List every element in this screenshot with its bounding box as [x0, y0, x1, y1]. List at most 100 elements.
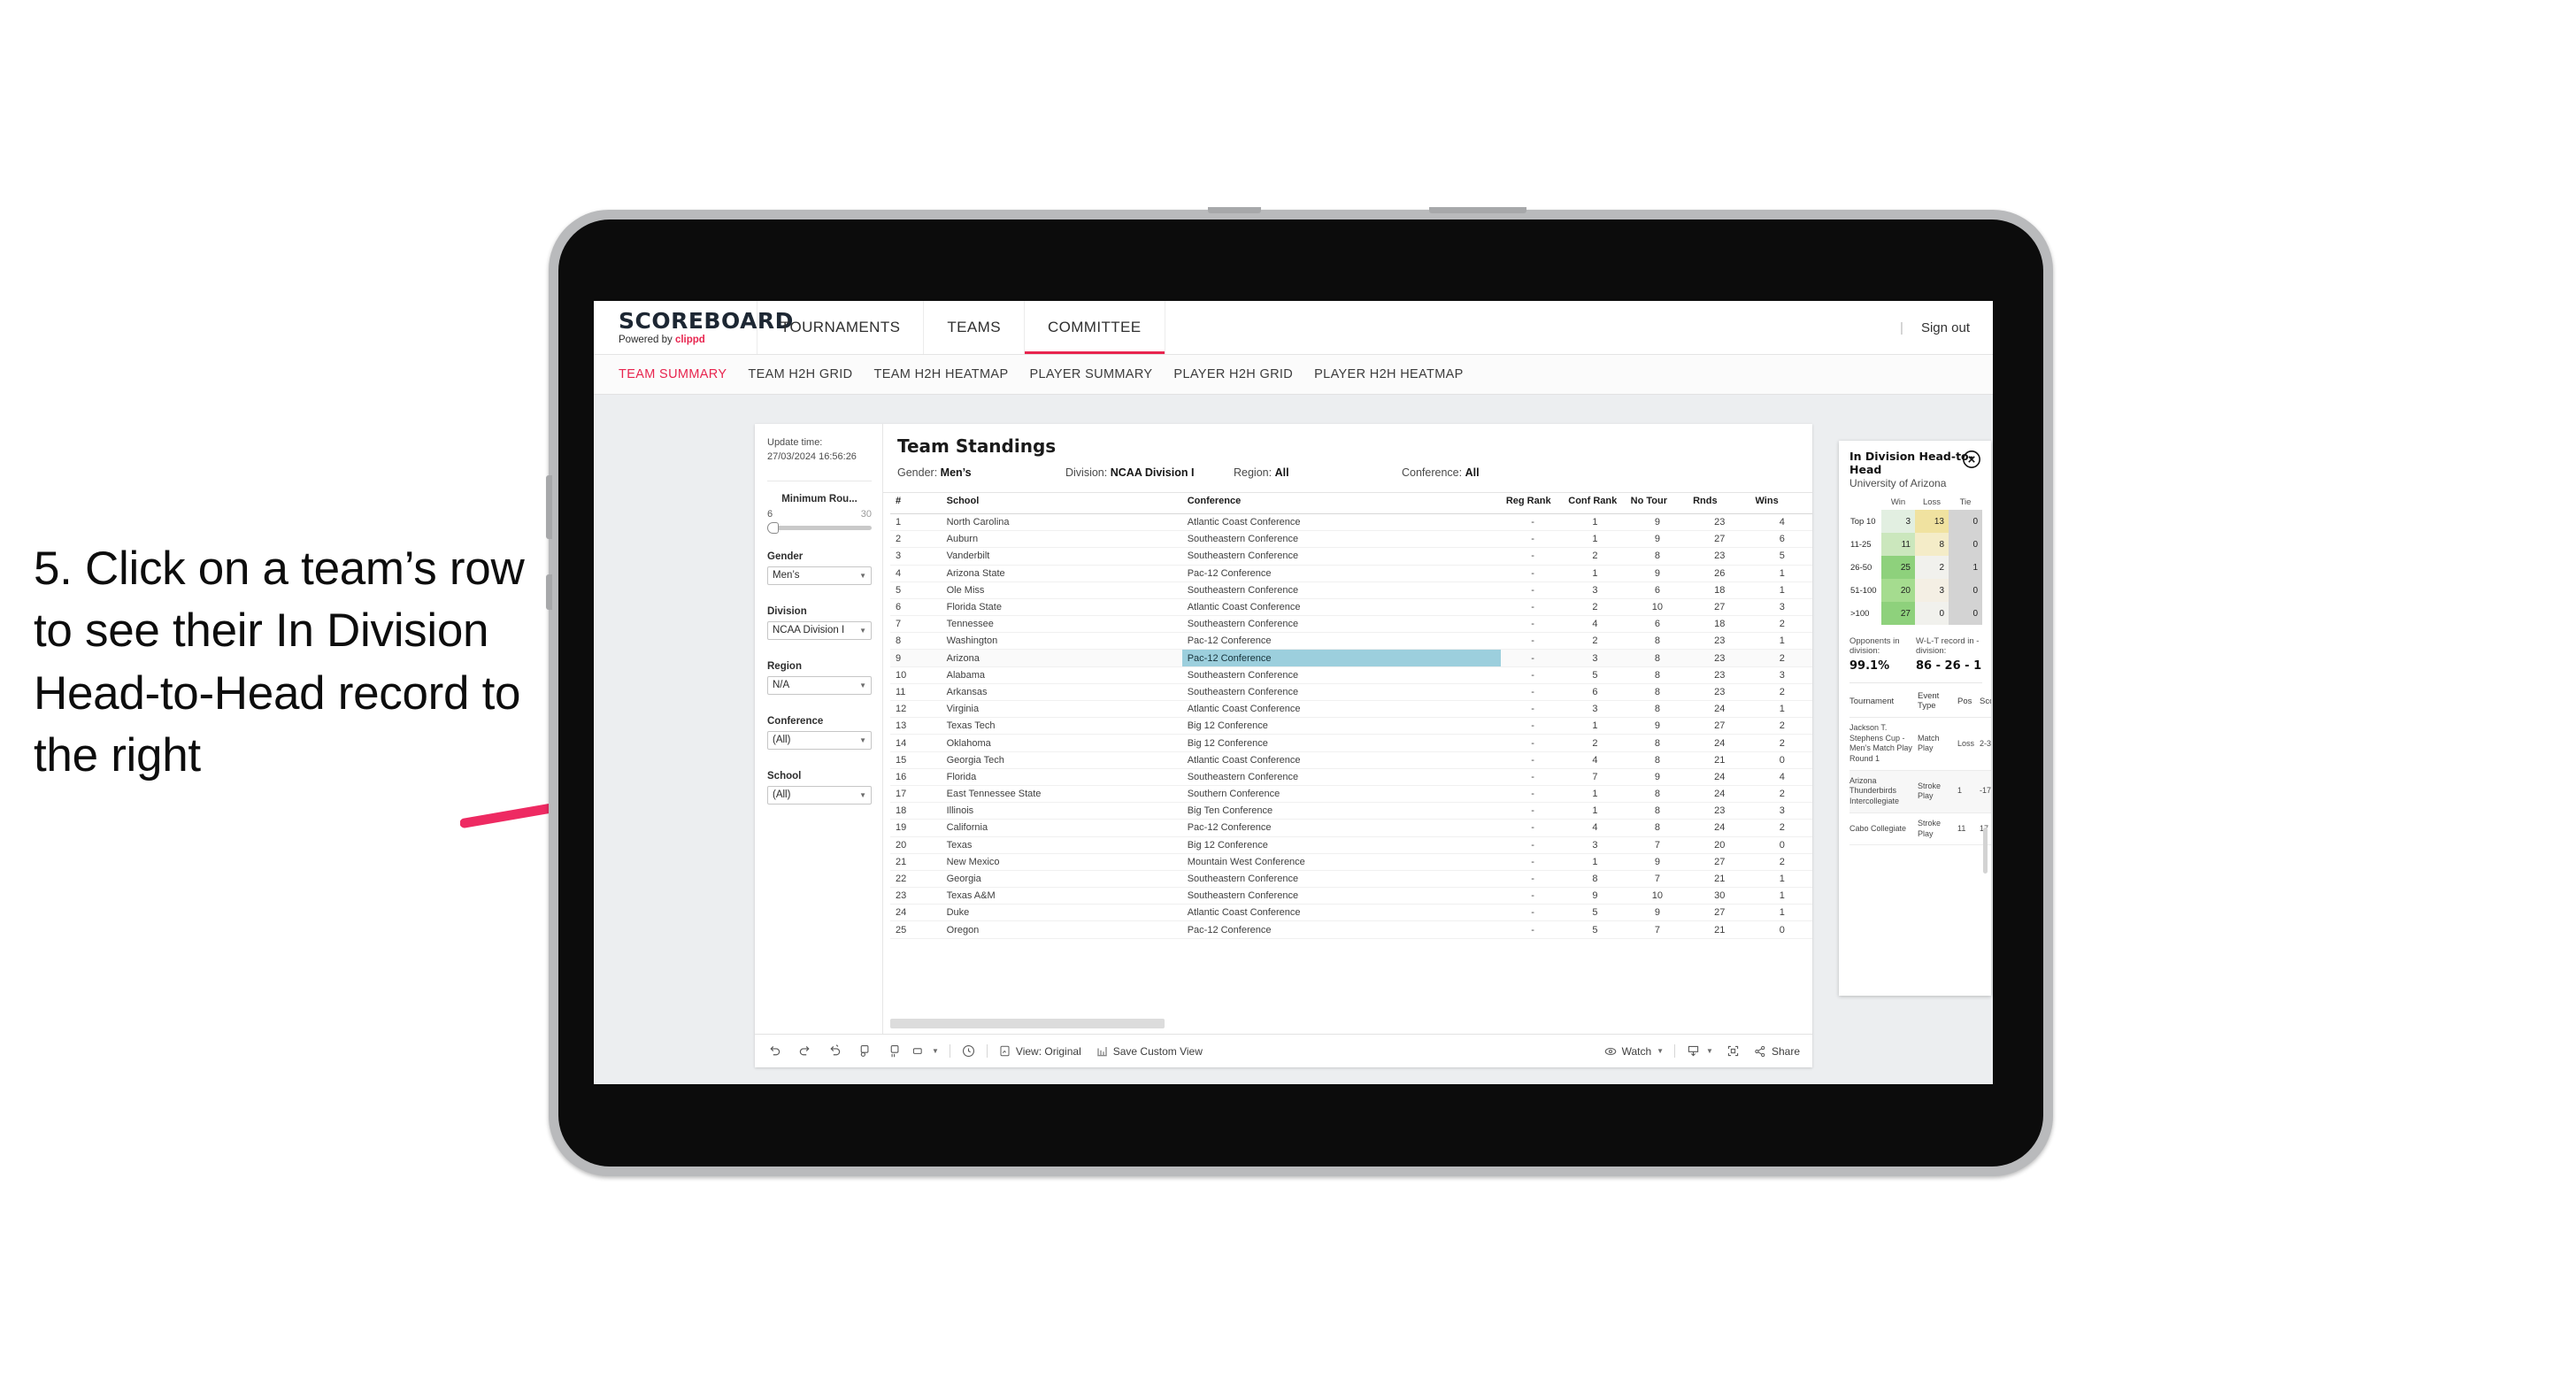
filter-minimum-rounds-label: Minimum Rou... [781, 493, 857, 504]
cell-rank: 4 [890, 565, 942, 582]
table-row[interactable]: 10 Alabama Southeastern Conference -5 8 23 3 [890, 666, 1812, 684]
filter-region-select[interactable]: N/A ▼ [767, 675, 872, 695]
tournament-scrollbar[interactable] [1983, 828, 1988, 874]
nav-item-committee[interactable]: COMMITTEE [1024, 301, 1165, 354]
table-row[interactable]: 12 Virginia Atlantic Coast Conference -3 8 24… [890, 700, 1812, 719]
slider-handle[interactable] [767, 521, 779, 534]
h2h-cell-loss: 2 [1915, 556, 1949, 579]
table-row[interactable]: 14 Oklahoma Big 12 Conference -2 8 24 2 [890, 734, 1812, 752]
subnav-item-player-summary[interactable]: PLAYER SUMMARY [1029, 367, 1173, 381]
col-school[interactable]: School [941, 493, 1182, 514]
cell-conf-rank: 2 [1563, 547, 1626, 566]
table-row[interactable]: 23 Texas A&M Southeastern Conference -9 10 30… [890, 887, 1812, 905]
cell-school: Florida State [941, 598, 1182, 617]
cell-rank: 13 [890, 717, 942, 735]
nav-item-tournaments[interactable]: TOURNAMENTS [757, 301, 925, 354]
minimum-rounds-slider[interactable] [767, 521, 872, 534]
table-row[interactable]: 20 Texas Big 12 Conference -3 7 20 0 [890, 836, 1812, 854]
cell-rank: 20 [890, 836, 942, 854]
subnav-item-player-h2h-heatmap[interactable]: PLAYER H2H HEATMAP [1314, 367, 1485, 381]
h2h-matrix-table: Win Loss Tie Top 10 3 13 0 11-25 11 8 0 26-50 25 2… [1849, 497, 1982, 625]
subnav-item-player-h2h-grid[interactable]: PLAYER H2H GRID [1173, 367, 1314, 381]
summary-region-value: All [1274, 466, 1289, 479]
table-row[interactable]: 1 North Carolina Atlantic Coast Conference… [890, 513, 1812, 532]
table-row[interactable]: 2 Auburn Southeastern Conference -1 9 27 6 [890, 530, 1812, 549]
table-row[interactable]: 21 New Mexico Mountain West Conference -1 9 2… [890, 853, 1812, 871]
filter-gender: Gender Men’s ▼ [767, 551, 872, 585]
table-row[interactable]: 18 Illinois Big Ten Conference -1 8 23 3 [890, 802, 1812, 820]
table-row[interactable]: 9 Arizona Pac-12 Conference -3 8 23 2 [890, 649, 1812, 667]
signout-link[interactable]: Sign out [1921, 320, 1970, 335]
new-worksheet-icon[interactable] [911, 1044, 926, 1059]
redo-icon[interactable] [797, 1043, 812, 1059]
h2h-row-label: >100 [1850, 608, 1870, 619]
col-conf-rank[interactable]: Conf Rank [1563, 493, 1626, 514]
cell-rank: 16 [890, 768, 942, 786]
refresh-data-icon[interactable] [857, 1043, 873, 1059]
bottom-toolbar: ▼ View: Original Save Custom View Watch [755, 1034, 1812, 1067]
filter-division-select[interactable]: NCAA Division I ▼ [767, 620, 872, 640]
table-row[interactable]: 15 Georgia Tech Atlantic Coast Conference -… [890, 751, 1812, 769]
clock-icon[interactable] [961, 1043, 976, 1059]
table-row[interactable]: 16 Florida Southeastern Conference -7 9 24 4 [890, 768, 1812, 786]
table-row[interactable]: 7 Tennessee Southeastern Conference -4 6 18 2 [890, 615, 1812, 634]
cell-rnds: 24 [1688, 700, 1750, 719]
cell-rnds: 26 [1688, 565, 1750, 582]
chevron-down-icon[interactable]: ▼ [1706, 1047, 1713, 1055]
table-row[interactable]: 17 East Tennessee State Southern Conferenc… [890, 785, 1812, 804]
table-row[interactable]: 3 Vanderbilt Southeastern Conference -2 8 23 5 [890, 547, 1812, 566]
table-row[interactable]: 4 Arizona State Pac-12 Conference -1 9 26 1 [890, 565, 1812, 582]
h2h-table-head: Win Loss Tie [1849, 497, 1982, 510]
cell-wins: 5 [1749, 547, 1812, 566]
filter-conference-select[interactable]: (All) ▼ [767, 730, 872, 750]
revert-icon[interactable] [827, 1043, 842, 1059]
cell-conference: Pac-12 Conference [1181, 632, 1501, 651]
subnav-item-team-h2h-grid[interactable]: TEAM H2H GRID [748, 367, 873, 381]
tablet-button-top-right [1429, 207, 1526, 213]
h2h-table-body: Top 10 3 13 0 11-25 11 8 0 26-50 25 2 1 51-100 20 3 0 >1… [1849, 510, 1982, 625]
filter-gender-select[interactable]: Men’s ▼ [767, 566, 872, 585]
view-original-button[interactable]: View: Original [998, 1044, 1081, 1058]
table-row[interactable]: 6 Florida State Atlantic Coast Conference -… [890, 598, 1812, 617]
table-row[interactable]: 13 Texas Tech Big 12 Conference -1 9 27 2 [890, 717, 1812, 735]
table-row[interactable]: 25 Oregon Pac-12 Conference -5 7 21 0 [890, 920, 1812, 939]
cell-rnds: 21 [1688, 920, 1750, 939]
h2h-cell-loss: 3 [1915, 579, 1949, 602]
col-wins[interactable]: Wins [1749, 493, 1812, 514]
col-no-tour[interactable]: No Tour [1625, 493, 1688, 514]
subnav-item-team-h2h-heatmap[interactable]: TEAM H2H HEATMAP [874, 367, 1030, 381]
pause-updates-icon[interactable] [888, 1043, 903, 1059]
save-custom-view-button[interactable]: Save Custom View [1096, 1044, 1203, 1058]
watch-button[interactable]: Watch ▼ [1603, 1044, 1664, 1059]
share-button[interactable]: Share [1753, 1044, 1800, 1059]
fullscreen-icon[interactable] [1726, 1043, 1741, 1059]
cell-school: Arizona [941, 649, 1182, 667]
col-conference[interactable]: Conference [1181, 493, 1501, 514]
table-row[interactable]: 11 Arkansas Southeastern Conference -6 8 23 2 [890, 683, 1812, 702]
table-row[interactable]: 8 Washington Pac-12 Conference -2 8 23 1 [890, 632, 1812, 651]
cell-no-tour: 9 [1625, 853, 1688, 871]
col-reg-rank[interactable]: Reg Rank [1500, 493, 1564, 514]
trn-cell-pos: Loss [1957, 717, 1980, 771]
download-icon[interactable] [1686, 1043, 1701, 1059]
cell-conference: Pac-12 Conference [1181, 565, 1501, 582]
cell-no-tour: 9 [1625, 717, 1688, 735]
cell-wins: 2 [1749, 649, 1812, 667]
col-rank[interactable]: # [890, 493, 942, 514]
table-row[interactable]: 24 Duke Atlantic Coast Conference -5 9 27 1 [890, 904, 1812, 922]
table-row[interactable]: 22 Georgia Southeastern Conference -8 7 21 1 [890, 870, 1812, 889]
app-screen: SCOREBOARD Powered by clippd TOURNAMENTS… [594, 301, 1993, 1084]
col-rnds[interactable]: Rnds [1688, 493, 1750, 514]
nav-item-teams[interactable]: TEAMS [924, 301, 1025, 354]
filter-school-select[interactable]: (All) ▼ [767, 785, 872, 805]
horizontal-scrollbar[interactable] [890, 1019, 1165, 1028]
close-circle-icon[interactable] [1962, 450, 1981, 469]
chevron-down-icon[interactable]: ▼ [932, 1047, 939, 1055]
table-row[interactable]: 5 Ole Miss Southeastern Conference -3 6 18 1 [890, 581, 1812, 599]
subnav-item-team-summary[interactable]: TEAM SUMMARY [619, 367, 748, 381]
standings-header: Team Standings Gender: Men’s Division: N… [883, 424, 1812, 487]
table-row[interactable]: 19 California Pac-12 Conference -4 8 24 2 [890, 819, 1812, 837]
cell-reg-rank: - [1500, 751, 1564, 769]
undo-icon[interactable] [767, 1043, 782, 1059]
cell-rnds: 23 [1688, 666, 1750, 684]
